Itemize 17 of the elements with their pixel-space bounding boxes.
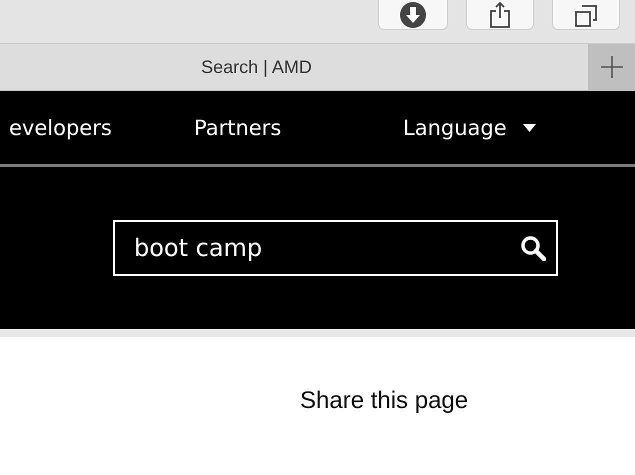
search-icon[interactable] — [520, 235, 546, 261]
share-icon — [489, 2, 511, 28]
nav-link[interactable]: evelopers — [9, 116, 194, 140]
search-field[interactable]: boot camp — [113, 220, 558, 276]
language-dropdown[interactable]: Language — [403, 116, 635, 140]
caret-icon — [522, 124, 536, 132]
tabs-button[interactable] — [552, 0, 620, 30]
tabs-icon — [574, 2, 598, 28]
new-tab-button[interactable] — [588, 44, 635, 90]
share-button[interactable] — [466, 0, 534, 30]
download-button[interactable] — [378, 0, 448, 30]
download-icon — [400, 2, 426, 28]
tab-title: Search | AMD — [201, 56, 312, 78]
plus-icon — [601, 56, 623, 78]
browser-tab[interactable]: Search | AMD — [0, 44, 588, 90]
share-heading: Share this page — [300, 387, 468, 415]
nav-link[interactable]: Partners — [194, 116, 403, 140]
